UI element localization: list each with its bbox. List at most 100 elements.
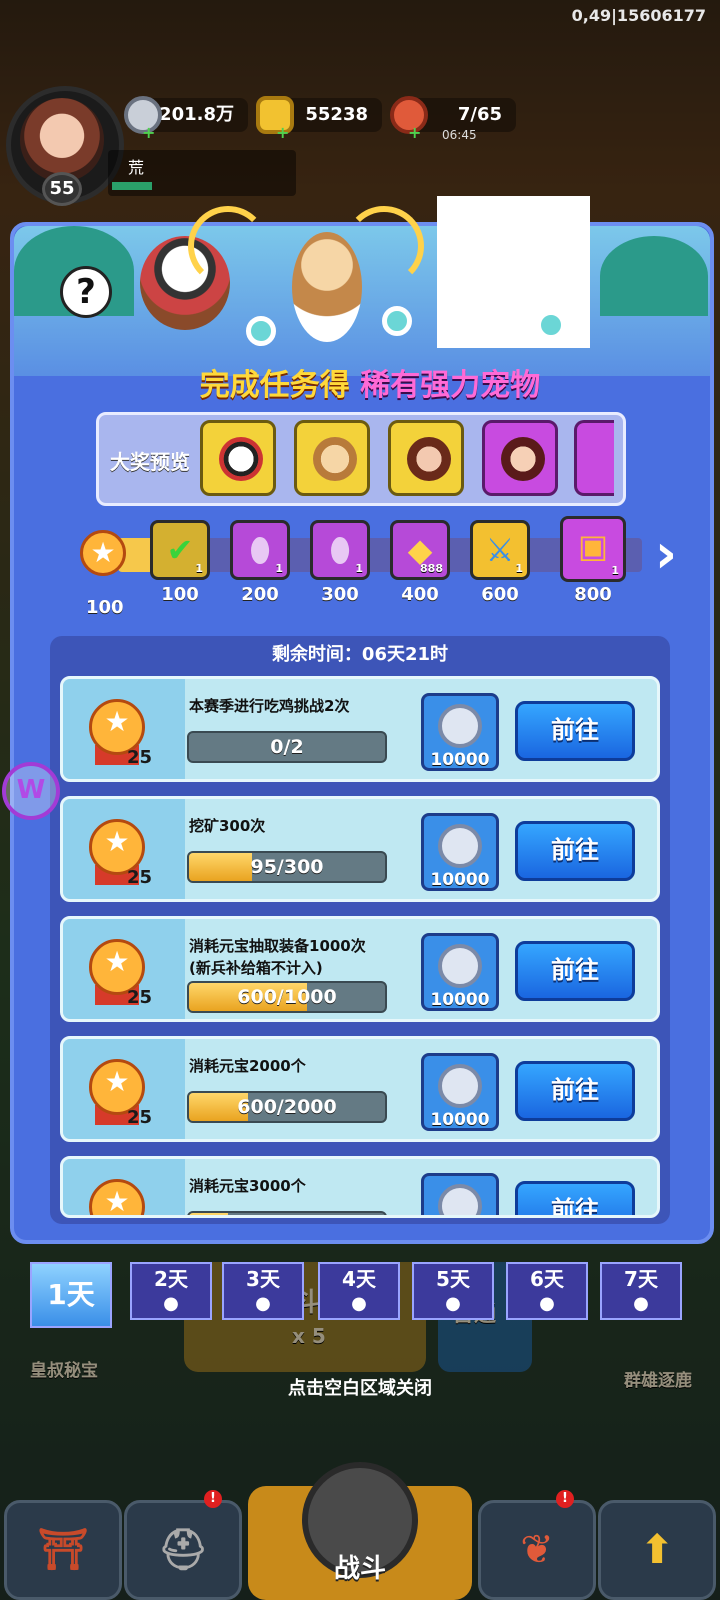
remaining-time: 剩余时间：06天21时 xyxy=(271,644,449,665)
task-points: 25 xyxy=(127,987,153,1008)
debug-text: 0,49|15606177 xyxy=(571,6,706,25)
task-reward-amount: 10000 xyxy=(430,1110,490,1130)
task-card: ★ 25 挖矿300次 95/300 10000 前往 xyxy=(60,796,660,902)
day-tab-2[interactable]: 2天 ● xyxy=(130,1262,212,1320)
magnify-icon[interactable] xyxy=(246,316,276,346)
task-progress-text: 0/2 xyxy=(270,736,304,758)
panda-icon xyxy=(219,437,263,481)
day-tab-label: 2天 xyxy=(154,1267,188,1291)
prize-hero[interactable] xyxy=(388,420,464,496)
headline-part2: 稀有强力宠物 xyxy=(360,368,541,403)
task-reward-amount: 10000 xyxy=(430,750,490,770)
heroine-icon xyxy=(501,437,545,481)
lock-icon: ● xyxy=(539,1293,555,1314)
task-progress-text: 600/3000 xyxy=(189,1213,385,1215)
task-reward[interactable]: 10000 xyxy=(421,693,499,771)
task-reward[interactable] xyxy=(421,1173,499,1215)
task-go-button[interactable]: 前往 xyxy=(515,821,635,881)
prize-partial[interactable] xyxy=(574,420,614,496)
day-tab-7[interactable]: 7天 ● xyxy=(600,1262,682,1320)
magnify-icon[interactable] xyxy=(382,306,412,336)
prize-panda[interactable] xyxy=(200,420,276,496)
player-level: 55 xyxy=(42,172,82,206)
avatar-portrait xyxy=(20,98,104,182)
battle-label: 战斗 xyxy=(333,1554,386,1584)
nav-pets[interactable]: ❦ xyxy=(478,1500,596,1600)
upgrade-icon: ⬆ xyxy=(640,1527,674,1573)
task-go-button[interactable]: 前往 xyxy=(515,941,635,1001)
milestone-points: 300 xyxy=(321,584,359,605)
task-progress-text: 95/300 xyxy=(250,856,324,878)
notification-badge: ! xyxy=(204,1490,222,1508)
day-tab-3[interactable]: 3天 ● xyxy=(222,1262,304,1320)
task-progress-bar: 0/2 xyxy=(187,731,387,763)
day-tab-5[interactable]: 5天 ● xyxy=(412,1262,494,1320)
day-tab-label: 3天 xyxy=(246,1267,280,1291)
milestone-count: 1 xyxy=(195,562,203,575)
task-go-button[interactable]: 前往 xyxy=(515,1061,635,1121)
star-icon: ★ xyxy=(104,1185,130,1218)
star-icon: ★ xyxy=(90,536,116,569)
task-progress-bar: 95/300 xyxy=(187,851,387,883)
milestone-points: 100 xyxy=(161,584,199,605)
prize-heroine[interactable] xyxy=(482,420,558,496)
day-tab-6[interactable]: 6天 ● xyxy=(506,1262,588,1320)
floating-logo[interactable]: W xyxy=(2,762,60,820)
nav-shop[interactable]: ⛩ xyxy=(4,1500,122,1600)
star-icon: ★ xyxy=(104,705,130,738)
lock-icon: ● xyxy=(163,1293,179,1314)
milestone-count: 1 xyxy=(355,562,363,575)
day-tab-label: 6天 xyxy=(530,1267,564,1291)
rooster-icon: ❦ xyxy=(520,1527,554,1573)
task-card: ★ 25 消耗元宝2000个 600/2000 10000 前往 xyxy=(60,1036,660,1142)
helmet-icon: ⛑ xyxy=(157,1527,209,1573)
flame-ring-right xyxy=(344,206,424,286)
milestone-800[interactable]: ▣ 1 xyxy=(560,516,626,582)
lock-icon: ● xyxy=(445,1293,461,1314)
milestone-100[interactable]: ✔ 1 xyxy=(150,520,210,580)
day-tab-label: 1天 xyxy=(47,1278,95,1311)
task-reward[interactable]: 10000 xyxy=(421,813,499,891)
tree-right xyxy=(600,236,708,316)
hero-icon xyxy=(407,437,451,481)
close-hint: 点击空白区域关闭 xyxy=(288,1378,432,1399)
silver-coin-icon xyxy=(438,944,482,988)
prize-deer[interactable] xyxy=(294,420,370,496)
stamina-plus-icon[interactable]: + xyxy=(408,125,422,141)
task-progress-bar: 600/3000 xyxy=(187,1211,387,1215)
silver-plus-icon[interactable]: + xyxy=(142,125,156,141)
nav-upgrade[interactable]: ⬆ xyxy=(598,1500,716,1600)
xp-bar xyxy=(112,182,152,190)
task-go-button[interactable]: 前往 xyxy=(515,1181,635,1215)
milestone-next-arrow[interactable]: › xyxy=(646,526,686,586)
gold-plus-icon[interactable]: + xyxy=(276,125,290,141)
star-medal-icon: ★ xyxy=(89,1179,145,1218)
deer-icon xyxy=(313,437,357,481)
day-tab-label: 4天 xyxy=(342,1267,376,1291)
preview-label: 大奖预览 xyxy=(110,450,190,474)
lock-icon: ● xyxy=(255,1293,271,1314)
task-go-button[interactable]: 前往 xyxy=(515,701,635,761)
task-reward[interactable]: 10000 xyxy=(421,933,499,1011)
milestone-points: 800 xyxy=(574,584,612,605)
task-reward[interactable]: 10000 xyxy=(421,1053,499,1131)
magnify-icon[interactable] xyxy=(536,310,566,340)
milestone-200[interactable]: ⬮ 1 xyxy=(230,520,290,580)
milestone-400[interactable]: ◆ 888 xyxy=(390,520,450,580)
day-tab-4[interactable]: 4天 ● xyxy=(318,1262,400,1320)
milestone-count: 1 xyxy=(611,564,619,577)
notification-badge: ! xyxy=(556,1490,574,1508)
task-reward-amount: 10000 xyxy=(430,990,490,1010)
task-points: 25 xyxy=(127,867,153,888)
flame-ring-left xyxy=(188,206,268,286)
milestone-count: 1 xyxy=(275,562,283,575)
milestone-600[interactable]: ⚔ 1 xyxy=(470,520,530,580)
milestone-count: 888 xyxy=(420,562,443,575)
help-button[interactable]: ? xyxy=(60,266,112,318)
event-headline: 完成任务得 稀有强力宠物 xyxy=(160,360,580,404)
nav-equipment[interactable]: ⛑ xyxy=(124,1500,242,1600)
milestone-300[interactable]: ⬮ 1 xyxy=(310,520,370,580)
milestone-points: 200 xyxy=(241,584,279,605)
star-icon: ★ xyxy=(104,945,130,978)
day-tab-1[interactable]: 1天 xyxy=(30,1262,112,1328)
